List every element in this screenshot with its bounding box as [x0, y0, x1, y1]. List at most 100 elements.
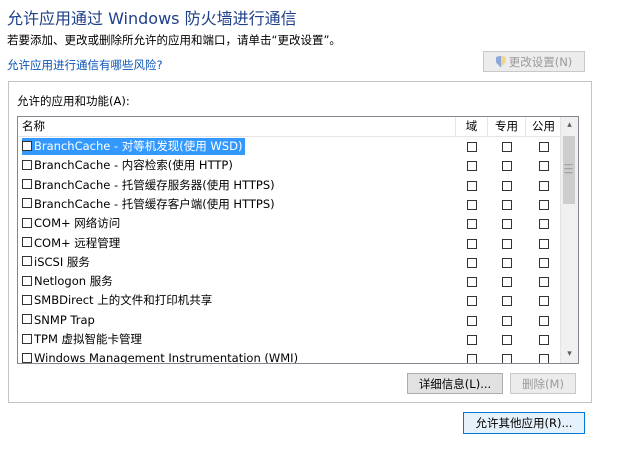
public-checkbox[interactable] — [539, 219, 549, 230]
chevron-down-icon[interactable]: ▾ — [561, 346, 578, 363]
app-name-label: BranchCache - 托管缓存服务器(使用 HTTPS) — [34, 177, 275, 192]
app-enabled-checkbox[interactable] — [22, 159, 32, 170]
private-checkbox[interactable] — [502, 219, 512, 230]
app-enabled-checkbox[interactable] — [22, 294, 32, 305]
app-name-cell[interactable]: COM+ 远程管理 — [22, 235, 123, 252]
column-header-domain[interactable]: 域 — [455, 117, 487, 136]
private-checkbox[interactable] — [502, 238, 512, 249]
app-name-label: BranchCache - 对等机发现(使用 WSD) — [34, 139, 243, 153]
column-header-private[interactable]: 专用 — [487, 117, 525, 136]
list-item[interactable]: BranchCache - 托管缓存服务器(使用 HTTPS) — [18, 176, 561, 195]
list-item[interactable]: TPM 虚拟智能卡管理 — [18, 330, 561, 349]
app-enabled-checkbox[interactable] — [22, 237, 32, 247]
app-enabled-checkbox[interactable] — [22, 352, 32, 363]
app-name-cell[interactable]: iSCSI 服务 — [22, 254, 93, 271]
list-item[interactable]: BranchCache - 内容检索(使用 HTTP) — [18, 156, 561, 175]
app-enabled-checkbox[interactable] — [22, 140, 32, 151]
public-checkbox[interactable] — [539, 142, 549, 152]
app-name-label: SMBDirect 上的文件和打印机共享 — [34, 293, 213, 308]
domain-checkbox[interactable] — [467, 315, 477, 326]
private-checkbox[interactable] — [502, 142, 512, 152]
private-checkbox[interactable] — [502, 257, 512, 268]
app-enabled-checkbox[interactable] — [22, 275, 32, 286]
app-name-cell[interactable]: SMBDirect 上的文件和打印机共享 — [22, 292, 215, 309]
app-name-cell[interactable]: Netlogon 服务 — [22, 273, 116, 290]
public-checkbox[interactable] — [539, 257, 549, 268]
app-enabled-checkbox[interactable] — [22, 217, 32, 228]
domain-checkbox[interactable] — [467, 199, 477, 210]
domain-checkbox[interactable] — [467, 354, 477, 363]
remove-button[interactable]: 删除(M) — [510, 373, 576, 394]
public-checkbox[interactable] — [539, 296, 549, 307]
vertical-scrollbar[interactable]: ▴ — — — ▾ — [560, 117, 578, 363]
private-checkbox[interactable] — [502, 161, 512, 172]
domain-checkbox[interactable] — [467, 296, 477, 307]
public-checkbox[interactable] — [539, 199, 549, 210]
app-name-cell[interactable]: COM+ 网络访问 — [22, 215, 123, 232]
app-name-cell[interactable]: BranchCache - 托管缓存客户端(使用 HTTPS) — [22, 196, 278, 213]
domain-checkbox[interactable] — [467, 142, 477, 152]
list-item[interactable]: BranchCache - 托管缓存客户端(使用 HTTPS) — [18, 195, 561, 214]
app-name-label: SNMP Trap — [34, 312, 95, 327]
details-button[interactable]: 详细信息(L)... — [407, 373, 503, 394]
domain-checkbox[interactable] — [467, 257, 477, 268]
change-settings-label: 更改设置(N) — [508, 54, 573, 69]
public-checkbox[interactable] — [539, 277, 549, 288]
app-name-cell[interactable]: Windows Management Instrumentation (WMI) — [22, 350, 301, 364]
risk-link[interactable]: 允许应用进行通信有哪些风险? — [7, 57, 163, 73]
app-name-label: Netlogon 服务 — [34, 274, 113, 289]
app-enabled-checkbox[interactable] — [22, 198, 32, 209]
app-enabled-checkbox[interactable] — [22, 314, 32, 325]
chevron-up-icon[interactable]: ▴ — [561, 117, 578, 134]
private-checkbox[interactable] — [502, 277, 512, 288]
private-checkbox[interactable] — [502, 199, 512, 210]
column-header-name[interactable]: 名称 — [22, 117, 452, 136]
private-checkbox[interactable] — [502, 315, 512, 326]
app-name-cell[interactable]: TPM 虚拟智能卡管理 — [22, 331, 145, 348]
domain-checkbox[interactable] — [467, 219, 477, 230]
app-name-label: COM+ 网络访问 — [34, 216, 121, 231]
app-enabled-checkbox[interactable] — [22, 333, 32, 344]
domain-checkbox[interactable] — [467, 238, 477, 249]
private-checkbox[interactable] — [502, 335, 512, 345]
domain-checkbox[interactable] — [467, 161, 477, 172]
app-name-label: Windows Management Instrumentation (WMI) — [34, 351, 299, 364]
app-name-cell[interactable]: SNMP Trap — [22, 312, 98, 329]
list-item[interactable]: Netlogon 服务 — [18, 272, 561, 291]
allow-another-app-button[interactable]: 允许其他应用(R)... — [463, 412, 585, 434]
domain-checkbox[interactable] — [467, 180, 477, 191]
scrollbar-grip-icon: — — — — [564, 160, 573, 178]
app-name-label: TPM 虚拟智能卡管理 — [34, 332, 143, 346]
allowed-apps-label: 允许的应用和功能(A): — [17, 94, 130, 108]
public-checkbox[interactable] — [539, 354, 549, 363]
app-name-cell[interactable]: BranchCache - 内容检索(使用 HTTP) — [22, 157, 236, 174]
list-item[interactable]: Windows Management Instrumentation (WMI) — [18, 349, 561, 364]
public-checkbox[interactable] — [539, 315, 549, 326]
list-item[interactable]: iSCSI 服务 — [18, 253, 561, 272]
private-checkbox[interactable] — [502, 296, 512, 307]
public-checkbox[interactable] — [539, 238, 549, 249]
list-item[interactable]: SMBDirect 上的文件和打印机共享 — [18, 291, 561, 310]
list-item[interactable]: BranchCache - 对等机发现(使用 WSD) — [18, 137, 561, 156]
app-name-label: iSCSI 服务 — [34, 254, 90, 269]
private-checkbox[interactable] — [502, 180, 512, 191]
list-header: 名称 域 专用 公用 — [18, 117, 561, 137]
public-checkbox[interactable] — [539, 180, 549, 191]
allowed-apps-list[interactable]: 名称 域 专用 公用 BranchCache - 对等机发现(使用 WSD) Br… — [17, 116, 579, 364]
list-item[interactable]: COM+ 远程管理 — [18, 234, 561, 253]
app-enabled-checkbox[interactable] — [22, 256, 32, 267]
column-header-public[interactable]: 公用 — [525, 117, 561, 136]
domain-checkbox[interactable] — [467, 335, 477, 345]
app-name-cell[interactable]: BranchCache - 托管缓存服务器(使用 HTTPS) — [22, 177, 278, 194]
private-checkbox[interactable] — [502, 354, 512, 363]
list-item[interactable]: COM+ 网络访问 — [18, 214, 561, 233]
app-name-cell[interactable]: BranchCache - 对等机发现(使用 WSD) — [22, 138, 246, 155]
list-item[interactable]: SNMP Trap — [18, 311, 561, 330]
public-checkbox[interactable] — [539, 161, 549, 172]
app-enabled-checkbox[interactable] — [22, 179, 32, 190]
public-checkbox[interactable] — [539, 335, 549, 345]
page-subtitle: 若要添加、更改或删除所允许的应用和端口，请单击“更改设置”。 — [7, 33, 341, 47]
domain-checkbox[interactable] — [467, 277, 477, 288]
app-name-label: BranchCache - 托管缓存客户端(使用 HTTPS) — [34, 196, 275, 211]
change-settings-button[interactable]: 更改设置(N) — [483, 51, 585, 72]
